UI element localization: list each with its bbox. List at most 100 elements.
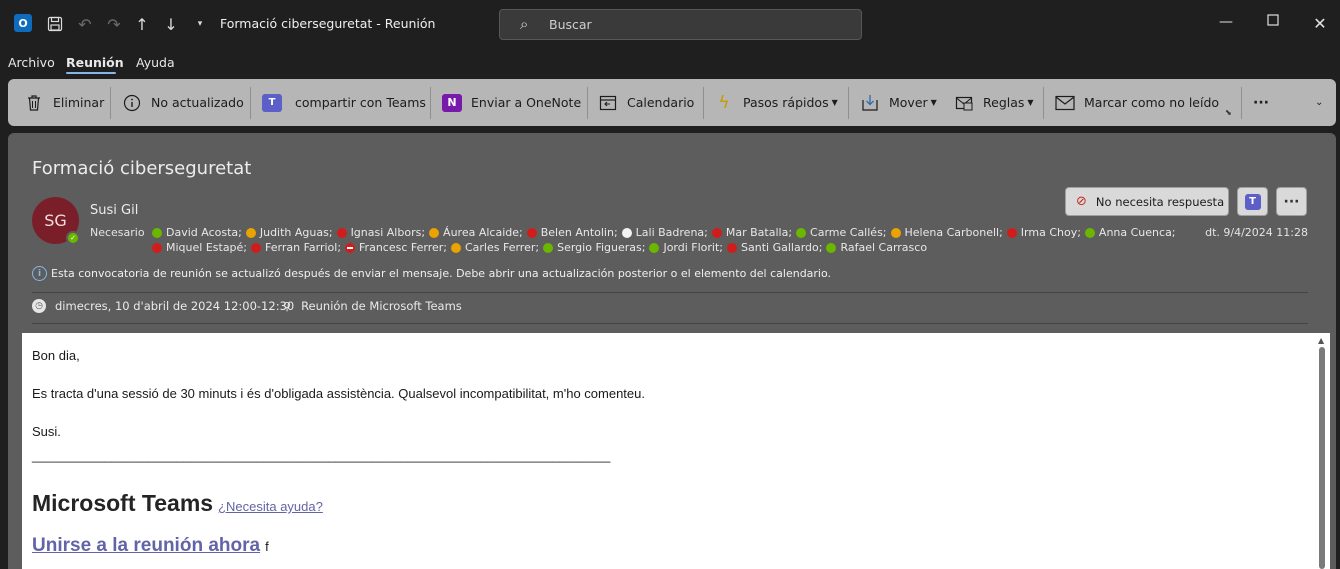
attendee[interactable]: Carme Callés; — [796, 226, 887, 239]
ribbon-divider — [1043, 87, 1044, 119]
response-status-icon — [345, 242, 356, 253]
sender-name[interactable]: Susi Gil — [90, 203, 138, 218]
attendee[interactable]: Miquel Estapé; — [152, 241, 247, 254]
ribbon-divider — [430, 87, 431, 119]
ribbon-divider — [848, 87, 849, 119]
calendar-button[interactable]: Calendario — [598, 79, 694, 126]
outlook-icon[interactable]: O — [14, 14, 32, 32]
mark-unread-label: Marcar como no leído — [1084, 95, 1220, 110]
maximize-button[interactable] — [1263, 14, 1283, 34]
dialog-launcher-icon[interactable]: ⬊ — [1225, 108, 1232, 117]
attendee-name: Judith Aguas; — [259, 226, 333, 239]
response-status-icon — [621, 227, 632, 238]
attendee[interactable]: Áurea Alcaide; — [429, 226, 523, 239]
search-box[interactable]: ⌕ Buscar — [499, 9, 862, 40]
attendee[interactable]: Judith Aguas; — [245, 226, 333, 239]
close-button[interactable]: ✕ — [1310, 14, 1330, 34]
clock-icon: ◷ — [32, 299, 46, 313]
teams-chat-button[interactable]: T — [1237, 187, 1268, 216]
attendee-name: Jordi Florit; — [663, 241, 724, 254]
attendee-name: Áurea Alcaide; — [443, 226, 523, 239]
attendee[interactable]: Anna Cuenca; — [1084, 226, 1176, 239]
location-pin-icon: ⚲ — [283, 299, 292, 313]
share-teams-label: compartir con Teams — [295, 95, 426, 110]
attendee-name: David Acosta; — [166, 226, 242, 239]
active-tab-indicator — [66, 72, 116, 74]
join-tail-text: f — [265, 539, 269, 554]
onenote-icon: N — [442, 93, 462, 113]
response-status-icon — [429, 227, 440, 238]
save-icon[interactable] — [43, 12, 67, 36]
attendees-line-2: Miquel Estapé; Ferran Farriol; Francesc Fe… — [152, 241, 931, 254]
teams-icon: T — [262, 93, 282, 113]
previous-item-icon[interactable]: ↑ — [130, 12, 154, 36]
help-link[interactable]: ¿Necesita ayuda? — [218, 499, 323, 514]
more-actions-button[interactable]: ··· — [1276, 187, 1307, 216]
teams-heading: Microsoft Teams ¿Necesita ayuda? — [32, 490, 323, 517]
response-status-icon — [1084, 227, 1095, 238]
mark-unread-button[interactable]: Marcar como no leído — [1055, 79, 1219, 126]
attendee[interactable]: Mar Batalla; — [711, 226, 793, 239]
not-updated-button[interactable]: No actualizado — [122, 79, 244, 126]
no-response-button[interactable]: ⊘ No necesita respuesta — [1065, 187, 1229, 216]
attendee[interactable]: Francesc Ferrer; — [345, 241, 447, 254]
attendee-name: Carme Callés; — [810, 226, 887, 239]
move-button[interactable]: Mover ▼ — [860, 79, 937, 126]
response-status-icon — [649, 242, 660, 253]
response-status-icon — [826, 242, 837, 253]
ribbon-divider — [250, 87, 251, 119]
more-options-button[interactable]: ··· — [1253, 79, 1269, 126]
meeting-time: ◷ dimecres, 10 d'abril de 2024 12:00-12:… — [32, 299, 294, 313]
menu-archivo[interactable]: Archivo — [8, 55, 55, 70]
share-teams-button[interactable]: T compartir con Teams — [262, 79, 426, 126]
redo-icon[interactable]: ↷ — [102, 12, 126, 36]
send-onenote-button[interactable]: N Enviar a OneNote — [442, 79, 581, 126]
customize-toolbar-icon[interactable]: ▾ — [188, 12, 212, 36]
attendee[interactable]: Rafael Carrasco — [826, 241, 927, 254]
response-status-icon — [796, 227, 807, 238]
undo-icon[interactable]: ↶ — [73, 12, 97, 36]
required-label: Necesario — [90, 226, 145, 239]
envelope-icon — [1055, 93, 1075, 113]
attendee[interactable]: Irma Choy; — [1006, 226, 1081, 239]
calendar-icon — [598, 93, 618, 113]
teams-title: Microsoft Teams — [32, 490, 214, 516]
attendee[interactable]: Santi Gallardo; — [727, 241, 822, 254]
scrollbar-thumb[interactable] — [1319, 347, 1325, 569]
attendee[interactable]: Carles Ferrer; — [450, 241, 539, 254]
collapse-ribbon-icon[interactable]: ⌄ — [1315, 79, 1323, 126]
ribbon-divider — [703, 87, 704, 119]
quick-steps-label: Pasos rápidos — [743, 95, 829, 110]
move-icon — [860, 93, 880, 113]
info-icon — [122, 93, 142, 113]
attendee[interactable]: Lali Badrena; — [621, 226, 708, 239]
next-item-icon[interactable]: ↓ — [159, 12, 183, 36]
attendee-name: Mar Batalla; — [725, 226, 793, 239]
menu-reunion[interactable]: Reunión — [66, 55, 124, 70]
attendee[interactable]: Ferran Farriol; — [251, 241, 341, 254]
update-info-bar: i Esta convocatoria de reunión se actual… — [32, 266, 831, 281]
body-paragraph: Es tracta d'una sessió de 30 minuts i és… — [32, 386, 645, 401]
attendee[interactable]: Helena Carbonell; — [890, 226, 1003, 239]
attendee[interactable]: Belen Antolin; — [526, 226, 618, 239]
scroll-up-icon[interactable]: ▲ — [1318, 336, 1324, 345]
response-status-icon — [1006, 227, 1017, 238]
menu-ayuda[interactable]: Ayuda — [136, 55, 175, 70]
attendee-name: Ignasi Albors; — [350, 226, 426, 239]
body-signature: Susi. — [32, 424, 61, 439]
attendee[interactable]: David Acosta; — [152, 226, 242, 239]
body-greeting: Bon dia, — [32, 348, 80, 363]
attendee[interactable]: Jordi Florit; — [649, 241, 723, 254]
attendee[interactable]: Sergio Figueras; — [543, 241, 645, 254]
response-status-icon — [152, 227, 162, 238]
attendee[interactable]: Ignasi Albors; — [336, 226, 426, 239]
rules-button[interactable]: Reglas ▼ — [954, 79, 1034, 126]
quick-steps-button[interactable]: ϟ Pasos rápidos ▼ — [714, 79, 837, 126]
join-meeting-link[interactable]: Unirse a la reunión ahora — [32, 535, 260, 557]
minimize-button[interactable]: — — [1216, 14, 1236, 34]
delete-button[interactable]: Eliminar — [24, 79, 104, 126]
chevron-down-icon: ▼ — [1027, 98, 1034, 107]
search-input[interactable]: Buscar — [549, 17, 592, 32]
search-icon: ⌕ — [520, 15, 529, 33]
response-status-icon — [727, 242, 738, 253]
